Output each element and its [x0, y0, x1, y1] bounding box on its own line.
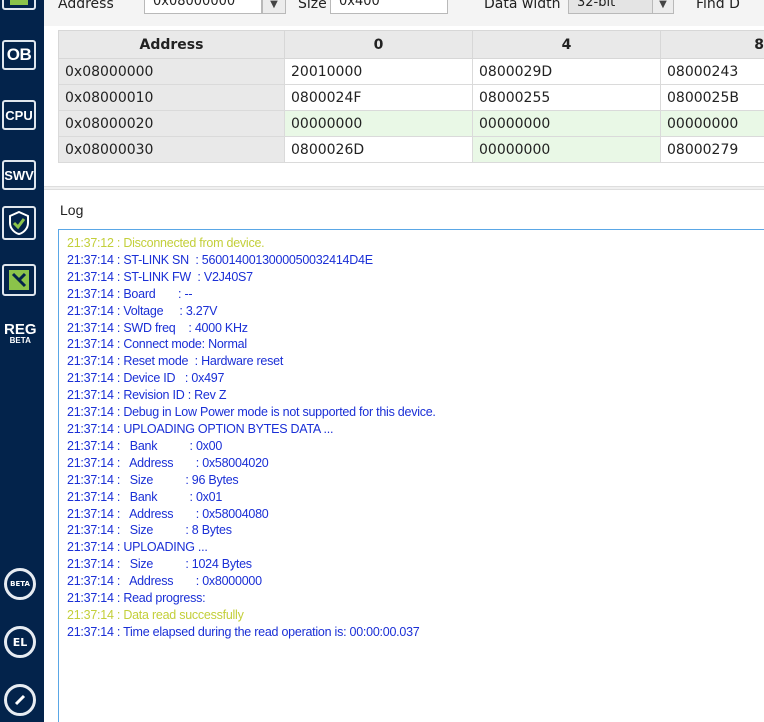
link-button[interactable] — [4, 684, 36, 716]
log-line: 21:37:14 : UPLOADING OPTION BYTES DATA .… — [67, 421, 334, 436]
memory-cell[interactable]: 00000000 — [472, 136, 661, 163]
log-line: 21:37:14 : Data read successfully — [67, 607, 244, 622]
download-arrow-icon — [10, 0, 28, 5]
beta-label: BETA — [10, 580, 30, 588]
external-loader-button[interactable]: EL — [4, 626, 36, 658]
registers-label: REG — [4, 321, 37, 338]
column-header-0[interactable]: 0 — [284, 30, 473, 59]
security-button[interactable] — [2, 206, 36, 240]
row-address[interactable]: 0x08000010 — [58, 84, 285, 111]
log-line: 21:37:14 : Board : -- — [67, 286, 193, 301]
column-header-4[interactable]: 4 — [472, 30, 661, 59]
registers-beta-label: BETA — [9, 336, 31, 345]
cpu-label: CPU — [5, 107, 33, 123]
log-line: 21:37:14 : Reset mode : Hardware reset — [67, 354, 284, 369]
log-line: 21:37:14 : ST-LINK SN : 5600140013000050… — [67, 252, 373, 267]
size-input[interactable]: 0x400 — [330, 0, 448, 14]
cpu-button[interactable]: CPU — [2, 100, 36, 130]
log-line: 21:37:14 : Device ID : 0x497 — [67, 371, 225, 386]
shield-icon — [9, 211, 29, 235]
swv-button[interactable]: SWV — [2, 160, 36, 190]
address-value: 0x08000000 — [153, 0, 236, 9]
log-line: 21:37:14 : SWD freq : 4000 KHz — [67, 320, 248, 335]
size-label: Size — [298, 0, 327, 12]
row-address[interactable]: 0x08000020 — [58, 110, 285, 137]
memory-cell[interactable]: 20010000 — [284, 58, 473, 85]
log-line: 21:37:14 : Size : 96 Bytes — [67, 472, 239, 487]
memory-cell[interactable]: 0800029D — [472, 58, 661, 85]
address-dropdown-arrow[interactable]: ▼ — [262, 0, 286, 14]
log-line: 21:37:14 : Size : 8 Bytes — [67, 523, 232, 538]
log-line: 21:37:14 : UPLOADING ... — [67, 540, 208, 555]
external-loader-label: EL — [12, 635, 28, 649]
memory-cell[interactable]: 0800024F — [284, 84, 473, 111]
memory-table: Address 0 4 8 0x08000000 20010000 080002… — [58, 30, 764, 163]
log-line: 21:37:14 : Debug in Low Power mode is no… — [67, 405, 436, 420]
log-panel[interactable]: 21:37:12 : Disconnected from device. 21:… — [58, 229, 764, 722]
left-sidebar: OB CPU SWV REG BETA BETA EL — [0, 0, 44, 722]
log-line: 21:37:14 : Time elapsed during the read … — [67, 624, 420, 639]
test-beta-button[interactable]: BETA — [4, 568, 36, 600]
row-address[interactable]: 0x08000030 — [58, 136, 285, 163]
log-title: Log — [60, 202, 84, 218]
log-line: 21:37:14 : Read progress: — [67, 591, 206, 606]
address-label: Address — [58, 0, 114, 12]
log-line: 21:37:14 : Revision ID : Rev Z — [67, 388, 227, 403]
log-line: 21:37:14 : Bank : 0x01 — [67, 489, 223, 504]
table-row[interactable]: 0x08000000 20010000 0800029D 08000243 — [58, 58, 764, 85]
erase-button[interactable] — [2, 264, 36, 296]
log-line: 21:37:14 : Voltage : 3.27V — [67, 303, 218, 318]
swv-label: SWV — [4, 167, 34, 183]
column-header-address[interactable]: Address — [58, 30, 285, 59]
data-width-value: 32-bit — [577, 0, 616, 10]
registers-button[interactable]: REG BETA — [4, 322, 37, 345]
table-row[interactable]: 0x08000010 0800024F 08000255 0800025B — [58, 84, 764, 111]
table-header-row: Address 0 4 8 — [58, 30, 764, 59]
log-line: 21:37:14 : Address : 0x58004080 — [67, 506, 269, 521]
size-value: 0x400 — [339, 0, 380, 9]
log-line: 21:37:12 : Disconnected from device. — [67, 236, 265, 250]
memory-cell[interactable]: 00000000 — [284, 110, 473, 137]
memory-cell[interactable]: 00000000 — [472, 110, 661, 137]
memory-cell[interactable]: 0800025B — [660, 84, 764, 111]
data-width-dropdown-arrow[interactable]: ▼ — [652, 0, 674, 14]
column-header-8[interactable]: 8 — [660, 30, 764, 59]
log-line: 21:37:14 : Connect mode: Normal — [67, 337, 247, 352]
option-bytes-label: OB — [6, 45, 32, 64]
table-row[interactable]: 0x08000030 0800026D 00000000 08000279 — [58, 136, 764, 163]
memory-cell[interactable]: 08000255 — [472, 84, 661, 111]
chevron-down-icon: ▼ — [270, 0, 278, 10]
log-line: 21:37:14 : Address : 0x8000000 — [67, 574, 262, 589]
table-row[interactable]: 0x08000020 00000000 00000000 00000000 — [58, 110, 764, 137]
log-line: 21:37:14 : Bank : 0x00 — [67, 438, 223, 453]
row-address[interactable]: 0x08000000 — [58, 58, 285, 85]
memory-toolbar: Address 0x08000000 ▼ Size 0x400 Data wid… — [44, 0, 764, 26]
download-icon[interactable] — [2, 0, 36, 10]
panel-splitter[interactable] — [44, 186, 764, 190]
memory-cell[interactable]: 08000279 — [660, 136, 764, 163]
data-width-select[interactable]: 32-bit — [568, 0, 654, 14]
find-data-label: Find D — [696, 0, 740, 12]
option-bytes-button[interactable]: OB — [2, 40, 36, 70]
address-input[interactable]: 0x08000000 — [144, 0, 262, 14]
memory-cell[interactable]: 00000000 — [660, 110, 764, 137]
memory-cell[interactable]: 0800026D — [284, 136, 473, 163]
chevron-down-icon: ▼ — [659, 0, 667, 10]
log-line: 21:37:14 : Address : 0x58004020 — [67, 455, 269, 470]
data-width-label: Data width — [484, 0, 561, 12]
link-icon — [14, 694, 26, 706]
log-line: 21:37:14 : Size : 1024 Bytes — [67, 557, 252, 572]
tools-icon — [9, 270, 29, 290]
log-line: 21:37:14 : ST-LINK FW : V2J40S7 — [67, 269, 253, 284]
memory-cell[interactable]: 08000243 — [660, 58, 764, 85]
